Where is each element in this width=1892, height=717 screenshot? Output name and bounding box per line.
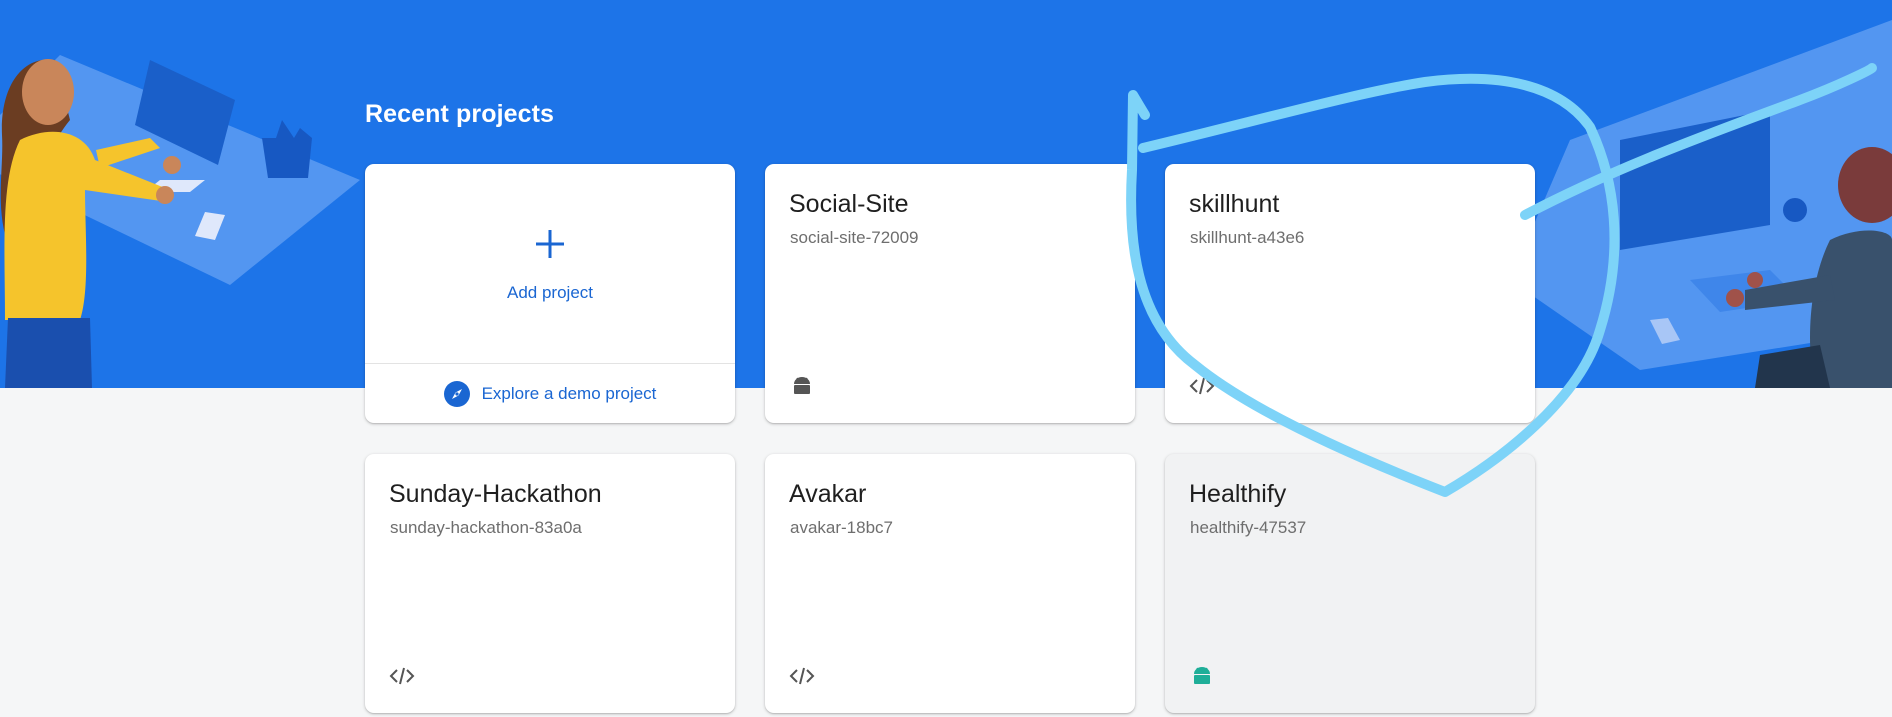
project-id: healthify-47537	[1190, 518, 1307, 537]
android-icon	[794, 377, 810, 394]
add-project-label: Add project	[507, 283, 593, 302]
project-card-sunday-hackathon[interactable]: Sunday-Hackathon sunday-hackathon-83a0a	[365, 454, 735, 713]
android-icon	[1194, 667, 1210, 684]
add-project-card: Add project Explore a demo project	[365, 164, 735, 423]
section-title: Recent projects	[365, 100, 555, 128]
add-project-button[interactable]: Add project	[365, 164, 735, 363]
project-name: skillhunt	[1189, 190, 1280, 218]
project-name: Avakar	[789, 480, 867, 508]
project-id: sunday-hackathon-83a0a	[390, 518, 582, 537]
web-code-icon	[1189, 377, 1215, 395]
project-id: skillhunt-a43e6	[1190, 228, 1305, 247]
project-id: avakar-18bc7	[790, 518, 894, 537]
explore-demo-label: Explore a demo project	[481, 383, 657, 403]
project-id: social-site-72009	[790, 228, 919, 247]
web-code-icon	[789, 667, 815, 685]
project-name: Sunday-Hackathon	[389, 480, 602, 508]
web-code-icon	[389, 667, 415, 685]
project-card-social-site[interactable]: Social-Site social-site-72009	[765, 164, 1135, 423]
explore-demo-link[interactable]: Explore a demo project	[365, 364, 735, 423]
project-card-avakar[interactable]: Avakar avakar-18bc7	[765, 454, 1135, 713]
project-card-skillhunt[interactable]: skillhunt skillhunt-a43e6	[1165, 164, 1535, 423]
plus-icon	[536, 230, 564, 258]
project-name: Social-Site	[789, 190, 909, 218]
project-card-healthify[interactable]: Healthify healthify-47537	[1165, 454, 1535, 713]
compass-icon	[443, 380, 470, 407]
project-name: Healthify	[1189, 480, 1287, 508]
